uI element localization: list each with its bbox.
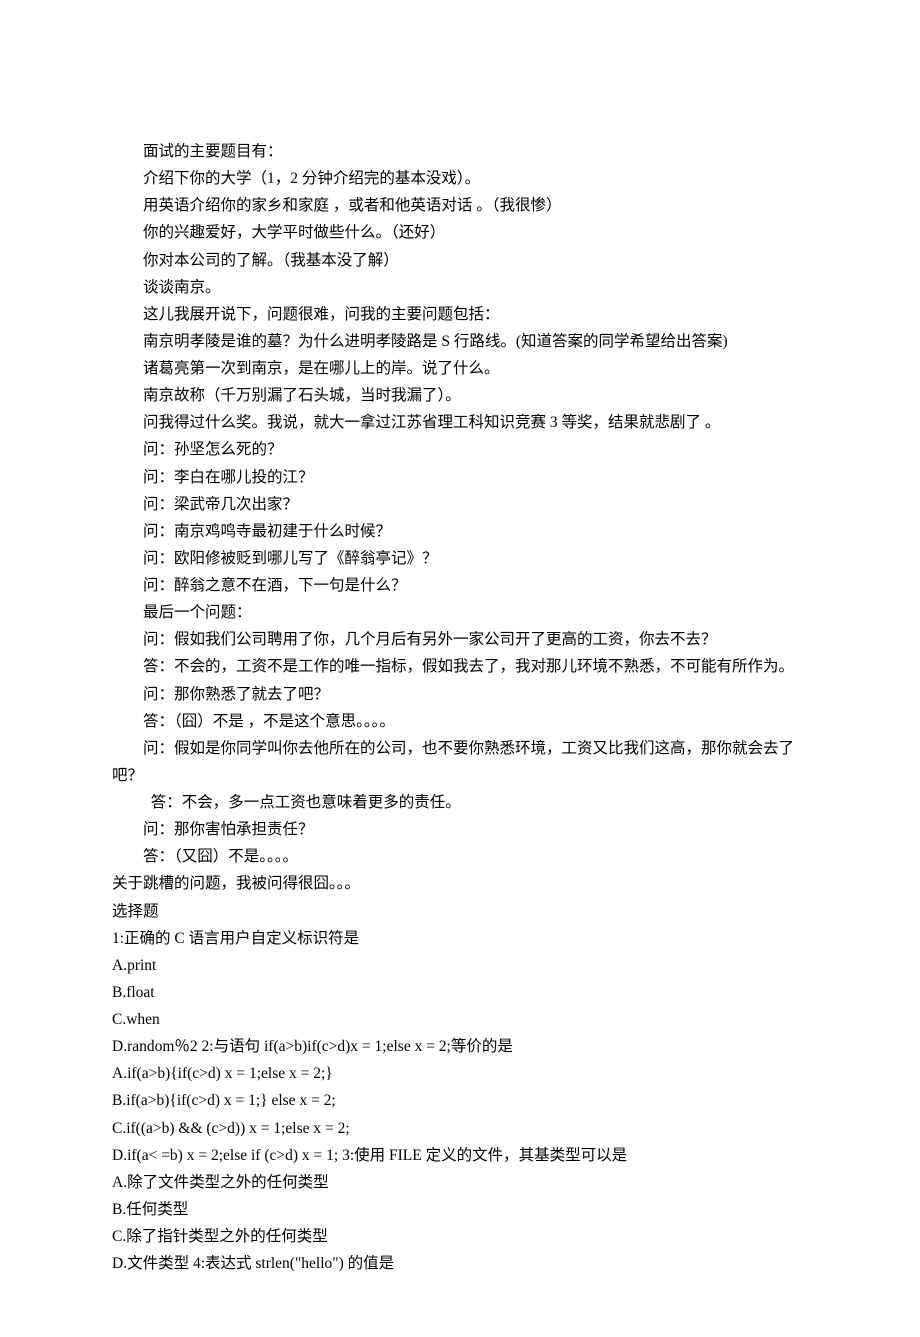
text-line: 问：梁武帝几次出家？: [112, 491, 808, 518]
text-line: C.when: [112, 1006, 808, 1033]
text-line: D.文件类型 4:表达式 strlen("hello") 的值是: [112, 1250, 808, 1277]
text-line: 问：假如我们公司聘用了你，几个月后有另外一家公司开了更高的工资，你去不去？: [112, 626, 808, 653]
text-line: 最后一个问题：: [112, 599, 808, 626]
text-line: 答：不会，多一点工资也意味着更多的责任。: [112, 789, 808, 816]
text-line: B.任何类型: [112, 1196, 808, 1223]
text-line: 问：假如是你同学叫你去他所在的公司，也不要你熟悉环境，工资又比我们这高，那你就会…: [112, 735, 808, 789]
text-line: A.print: [112, 952, 808, 979]
text-line: C.if((a>b) && (c>d)) x = 1;else x = 2;: [112, 1115, 808, 1142]
text-line: 问：南京鸡鸣寺最初建于什么时候？: [112, 518, 808, 545]
text-line: 诸葛亮第一次到南京，是在哪儿上的岸。说了什么。: [112, 355, 808, 382]
document-content: 面试的主要题目有：介绍下你的大学（1，2 分钟介绍完的基本没戏）。用英语介绍你的…: [112, 138, 808, 1277]
text-line: 谈谈南京。: [112, 274, 808, 301]
text-line: D.random％2 2:与语句 if(a>b)if(c>d)x = 1;els…: [112, 1033, 808, 1060]
text-line: 介绍下你的大学（1，2 分钟介绍完的基本没戏）。: [112, 165, 808, 192]
text-line: D.if(a< =b) x = 2;else if (c>d) x = 1; 3…: [112, 1142, 808, 1169]
text-line: 你对本公司的了解。（我基本没了解）: [112, 247, 808, 274]
text-line: 问：那你害怕承担责任？: [112, 816, 808, 843]
text-line: 答：不会的，工资不是工作的唯一指标，假如我去了，我对那儿环境不熟悉，不可能有所作…: [112, 653, 808, 680]
text-line: 这儿我展开说下，问题很难，问我的主要问题包括：: [112, 301, 808, 328]
text-line: 问：孙坚怎么死的？: [112, 436, 808, 463]
text-line: 问我得过什么奖。我说，就大一拿过江苏省理工科知识竞赛 3 等奖，结果就悲剧了 。: [112, 409, 808, 436]
text-line: B.float: [112, 979, 808, 1006]
text-line: 南京明孝陵是谁的墓？为什么进明孝陵路是 S 行路线。(知道答案的同学希望给出答案…: [112, 328, 808, 355]
text-line: 问：欧阳修被贬到哪儿写了《醉翁亭记》？: [112, 545, 808, 572]
text-line: 答：（囧）不是 ，不是这个意思。。。。: [112, 708, 808, 735]
text-line: 你的兴趣爱好，大学平时做些什么。（还好）: [112, 219, 808, 246]
text-line: 1:正确的 C 语言用户自定义标识符是: [112, 925, 808, 952]
text-line: 答：（又囧）不是。。。。: [112, 843, 808, 870]
text-line: 南京故称（千万别漏了石头城，当时我漏了）。: [112, 382, 808, 409]
text-line: 用英语介绍你的家乡和家庭 ，或者和他英语对话 。（我很惨）: [112, 192, 808, 219]
text-line: 选择题: [112, 898, 808, 925]
text-line: 问：那你熟悉了就去了吧？: [112, 681, 808, 708]
text-line: 面试的主要题目有：: [112, 138, 808, 165]
text-line: A.除了文件类型之外的任何类型: [112, 1169, 808, 1196]
text-line: 问：李白在哪儿投的江？: [112, 464, 808, 491]
text-line: A.if(a>b){if(c>d) x = 1;else x = 2;}: [112, 1060, 808, 1087]
text-line: B.if(a>b){if(c>d) x = 1;} else x = 2;: [112, 1087, 808, 1114]
text-line: 问：醉翁之意不在酒，下一句是什么？: [112, 572, 808, 599]
text-line: C.除了指针类型之外的任何类型: [112, 1223, 808, 1250]
document-page: 面试的主要题目有：介绍下你的大学（1，2 分钟介绍完的基本没戏）。用英语介绍你的…: [0, 0, 920, 1337]
text-line: 关于跳槽的问题，我被问得很囧。。。: [112, 870, 808, 897]
